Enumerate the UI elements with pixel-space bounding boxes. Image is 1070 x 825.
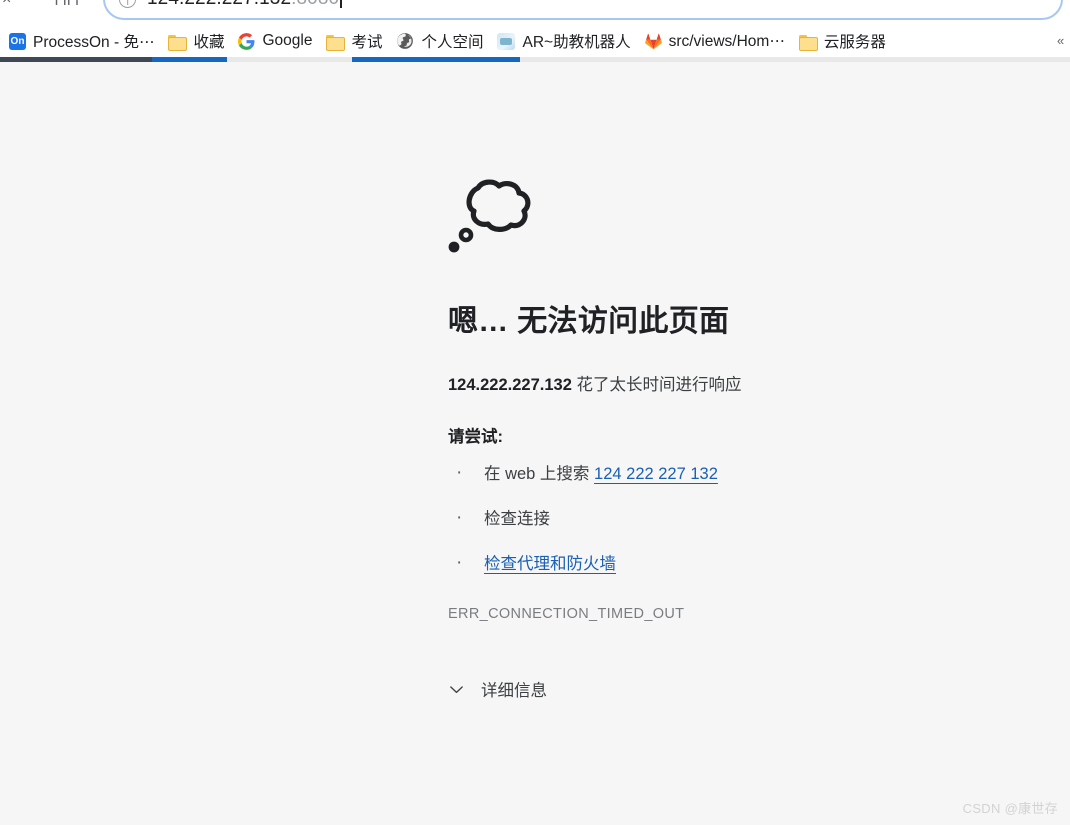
bookmark-ar-robot[interactable]: AR~助教机器人 [490,27,637,55]
folder-icon [799,34,817,49]
tab-list-icon[interactable]: ⊓⊓ [54,0,79,8]
ar-robot-favicon-icon [497,33,515,50]
info-circle-icon[interactable] [119,0,136,8]
suggestion-search-web: 在 web 上搜索 124 222 227 132 [448,463,1008,486]
bookmark-cloud-server[interactable]: 云服务器 [792,27,893,55]
bookmark-label: Google [262,32,312,50]
suggestion-text: 在 web 上搜索 [484,465,594,483]
bookmark-label: 考试 [351,30,382,52]
suggestions-list: 在 web 上搜索 124 222 227 132 检查连接 检查代理和防火墙 [448,447,1008,576]
suggestion-text: 检查连接 [484,510,550,528]
details-toggle-label: 详细信息 [481,677,547,701]
tab-close-icon[interactable]: × [2,0,11,8]
bookmarks-bar[interactable]: On ProcessOn - 免⋯ 收藏 Google 考试 [0,26,1070,56]
bookmark-label: 收藏 [193,30,224,52]
url-port: :8080 [291,0,339,9]
suggestion-check-proxy-firewall: 检查代理和防火墙 [448,553,1008,576]
search-query-link[interactable]: 124 222 227 132 [594,465,718,483]
bookmark-google[interactable]: Google [231,27,319,55]
bookmark-label: ProcessOn - 免⋯ [33,30,154,52]
bookmark-label: 个人空间 [421,30,483,52]
error-page: 嗯… 无法访问此页面 124.222.227.132 花了太长时间进行响应 请尝… [0,62,1070,825]
google-favicon-icon [238,33,255,50]
bookmark-label: src/views/Hom⋯ [669,32,785,51]
bookmark-label: 云服务器 [824,30,886,52]
chevron-down-icon [448,681,465,698]
globe-icon [396,32,414,50]
url-host: 124.222.227.132 [147,0,291,9]
suggestion-check-connection: 检查连接 [448,508,1008,531]
folder-icon [326,34,344,49]
check-proxy-firewall-link[interactable]: 检查代理和防火墙 [484,555,616,573]
error-summary-text: 花了太长时间进行响应 [572,376,742,394]
thought-bubble-icon [448,178,544,254]
gitlab-favicon-icon [645,33,662,50]
address-bar-inner: 124.222.227.132:8080 [105,0,1061,18]
bookmark-gitlab-src-views[interactable]: src/views/Hom⋯ [638,27,792,55]
bookmarks-overflow-chevron-icon[interactable]: « [1057,35,1069,47]
address-bar[interactable]: 124.222.227.132:8080 [103,0,1063,20]
text-caret [340,0,342,8]
details-toggle-button[interactable]: 详细信息 [448,677,547,701]
folder-icon [168,34,186,49]
bookmark-label: AR~助教机器人 [522,30,630,52]
bookmark-exam[interactable]: 考试 [319,27,389,55]
bookmark-processon[interactable]: On ProcessOn - 免⋯ [2,27,161,55]
error-content-container: 嗯… 无法访问此页面 124.222.227.132 花了太长时间进行响应 请尝… [448,178,1008,703]
suggestions-title: 请尝试: [448,398,1008,447]
bookmark-favorites[interactable]: 收藏 [161,27,231,55]
error-heading: 嗯… 无法访问此页面 [448,254,1008,340]
processon-favicon-icon: On [9,33,26,50]
bookmark-personal-space[interactable]: 个人空间 [389,27,490,55]
browser-chrome: × ⊓⊓ 124.222.227.132:8080 On ProcessOn -… [0,0,1070,62]
error-code: ERR_CONNECTION_TIMED_OUT [448,598,1008,622]
browser-toolbar-row: × ⊓⊓ 124.222.227.132:8080 [0,0,1070,22]
address-bar-url: 124.222.227.132:8080 [147,0,342,10]
error-host: 124.222.227.132 [448,376,572,394]
error-summary: 124.222.227.132 花了太长时间进行响应 [448,340,1008,398]
csdn-watermark: CSDN @康世存 [963,798,1058,817]
